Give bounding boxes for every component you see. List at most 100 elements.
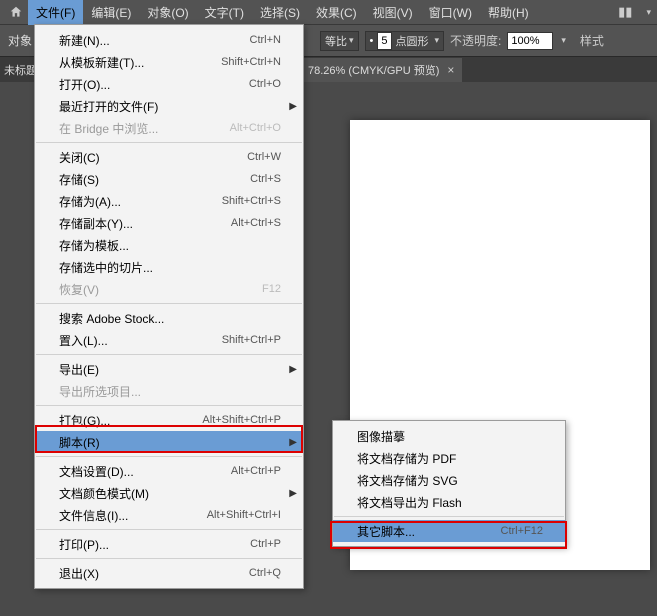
file-item-2[interactable]: 打开(O)...Ctrl+O	[35, 73, 303, 95]
script-item-2[interactable]: 将文档存储为 SVG	[333, 469, 565, 491]
file-sep-22	[36, 456, 302, 457]
scripts-submenu: 图像描摹将文档存储为 PDF 将文档存储为 SVG 将文档导出为 Flash 其它脚本…	[332, 420, 566, 547]
file-item-23[interactable]: 文档设置(D)...Alt+Ctrl+P	[35, 460, 303, 482]
file-menu-dropdown: 新建(N)...Ctrl+N从模板新建(T)...Shift+Ctrl+N打开(…	[34, 24, 304, 589]
ratio-select[interactable]: 等比▾	[320, 31, 359, 51]
chevron-right-icon: ▶	[289, 488, 297, 499]
file-label-0: 新建(N)...	[59, 32, 250, 49]
opacity-down-icon[interactable]: ▾	[561, 35, 566, 46]
file-label-29: 退出(X)	[59, 565, 249, 582]
file-item-4: 在 Bridge 中浏览...Alt+Ctrl+O	[35, 117, 303, 139]
file-label-20: 打包(G)...	[59, 412, 202, 429]
script-shortcut-5: Ctrl+F12	[501, 525, 544, 537]
file-item-12: 恢复(V)F12	[35, 278, 303, 300]
script-label-0: 图像描摹	[357, 428, 543, 445]
menu-0[interactable]: 文件(F)	[28, 0, 83, 25]
file-label-25: 文件信息(I)...	[59, 507, 207, 524]
file-shortcut-0: Ctrl+N	[250, 34, 281, 46]
menu-7[interactable]: 窗口(W)	[421, 0, 480, 25]
file-shortcut-2: Ctrl+O	[249, 78, 281, 90]
file-sep-19	[36, 405, 302, 406]
file-item-0[interactable]: 新建(N)...Ctrl+N	[35, 29, 303, 51]
file-item-27[interactable]: 打印(P)...Ctrl+P	[35, 533, 303, 555]
file-label-21: 脚本(R)	[59, 434, 281, 451]
menu-8[interactable]: 帮助(H)	[480, 0, 537, 25]
file-item-10[interactable]: 存储为模板...	[35, 234, 303, 256]
file-label-18: 导出所选项目...	[59, 383, 281, 400]
menu-2[interactable]: 对象(O)	[139, 0, 196, 25]
file-label-7: 存储(S)	[59, 171, 250, 188]
script-item-1[interactable]: 将文档存储为 PDF	[333, 447, 565, 469]
file-shortcut-29: Ctrl+Q	[249, 567, 281, 579]
file-item-11[interactable]: 存储选中的切片...	[35, 256, 303, 278]
file-item-25[interactable]: 文件信息(I)...Alt+Shift+Ctrl+I	[35, 504, 303, 526]
file-label-8: 存储为(A)...	[59, 193, 222, 210]
file-item-17[interactable]: 导出(E) ▶	[35, 358, 303, 380]
file-item-8[interactable]: 存储为(A)...Shift+Ctrl+S	[35, 190, 303, 212]
script-item-3[interactable]: 将文档导出为 Flash	[333, 491, 565, 513]
file-label-2: 打开(O)...	[59, 76, 249, 93]
menu-3[interactable]: 文字(T)	[197, 0, 252, 25]
file-item-14[interactable]: 搜索 Adobe Stock...	[35, 307, 303, 329]
file-label-10: 存储为模板...	[59, 237, 281, 254]
file-shortcut-20: Alt+Shift+Ctrl+P	[202, 414, 281, 426]
file-label-4: 在 Bridge 中浏览...	[59, 120, 230, 137]
file-item-21[interactable]: 脚本(R) ▶	[35, 431, 303, 453]
file-item-7[interactable]: 存储(S)Ctrl+S	[35, 168, 303, 190]
script-item-0[interactable]: 图像描摹	[333, 425, 565, 447]
file-item-18: 导出所选项目...	[35, 380, 303, 402]
script-sep-4	[334, 516, 564, 517]
script-label-3: 将文档导出为 Flash	[357, 494, 543, 511]
layout-down-icon[interactable]: ▾	[640, 7, 657, 18]
file-shortcut-9: Alt+Ctrl+S	[231, 217, 281, 229]
tab-title: 78.26% (CMYK/GPU 预览)	[308, 62, 439, 78]
file-item-29[interactable]: 退出(X)Ctrl+Q	[35, 562, 303, 584]
file-label-14: 搜索 Adobe Stock...	[59, 310, 281, 327]
file-label-23: 文档设置(D)...	[59, 463, 231, 480]
file-label-15: 置入(L)...	[59, 332, 222, 349]
chevron-right-icon: ▶	[289, 101, 297, 112]
file-item-6[interactable]: 关闭(C)Ctrl+W	[35, 146, 303, 168]
file-shortcut-7: Ctrl+S	[250, 173, 281, 185]
script-label-1: 将文档存储为 PDF	[357, 450, 543, 467]
file-label-1: 从模板新建(T)...	[59, 54, 221, 71]
close-icon[interactable]: ×	[447, 63, 454, 77]
file-item-24[interactable]: 文档颜色模式(M) ▶	[35, 482, 303, 504]
file-label-27: 打印(P)...	[59, 536, 250, 553]
file-label-9: 存储副本(Y)...	[59, 215, 231, 232]
file-item-9[interactable]: 存储副本(Y)...Alt+Ctrl+S	[35, 212, 303, 234]
file-sep-5	[36, 142, 302, 143]
opacity-input[interactable]	[507, 32, 553, 50]
file-shortcut-8: Shift+Ctrl+S	[222, 195, 281, 207]
menu-1[interactable]: 编辑(E)	[83, 0, 139, 25]
file-shortcut-6: Ctrl+W	[247, 151, 281, 163]
file-sep-28	[36, 558, 302, 559]
chevron-right-icon: ▶	[289, 437, 297, 448]
file-label-6: 关闭(C)	[59, 149, 247, 166]
file-item-1[interactable]: 从模板新建(T)...Shift+Ctrl+N	[35, 51, 303, 73]
file-item-20[interactable]: 打包(G)...Alt+Shift+Ctrl+P	[35, 409, 303, 431]
file-label-12: 恢复(V)	[59, 281, 262, 298]
file-item-3[interactable]: 最近打开的文件(F) ▶	[35, 95, 303, 117]
file-item-15[interactable]: 置入(L)...Shift+Ctrl+P	[35, 329, 303, 351]
script-label-2: 将文档存储为 SVG	[357, 472, 543, 489]
layout-icon[interactable]: ▮▮	[612, 4, 638, 20]
file-sep-13	[36, 303, 302, 304]
menu-5[interactable]: 效果(C)	[308, 0, 365, 25]
home-icon[interactable]	[4, 0, 28, 24]
script-item-5[interactable]: 其它脚本...Ctrl+F12	[333, 520, 565, 542]
file-shortcut-12: F12	[262, 283, 281, 295]
document-tab[interactable]: 78.26% (CMYK/GPU 预览) ×	[300, 58, 462, 82]
file-label-24: 文档颜色模式(M)	[59, 485, 281, 502]
chevron-right-icon: ▶	[289, 364, 297, 375]
menubar: 文件(F)编辑(E)对象(O)文字(T)选择(S)效果(C)视图(V)窗口(W)…	[0, 0, 657, 24]
file-shortcut-1: Shift+Ctrl+N	[221, 56, 281, 68]
menu-6[interactable]: 视图(V)	[365, 0, 421, 25]
stroke-select[interactable]: • 5 点圆形 ▾	[365, 31, 445, 51]
menu-4[interactable]: 选择(S)	[252, 0, 308, 25]
style-label[interactable]: 样式	[580, 32, 604, 49]
file-label-17: 导出(E)	[59, 361, 281, 378]
file-label-3: 最近打开的文件(F)	[59, 98, 281, 115]
file-label-11: 存储选中的切片...	[59, 259, 281, 276]
opacity-label: 不透明度:	[450, 32, 501, 49]
